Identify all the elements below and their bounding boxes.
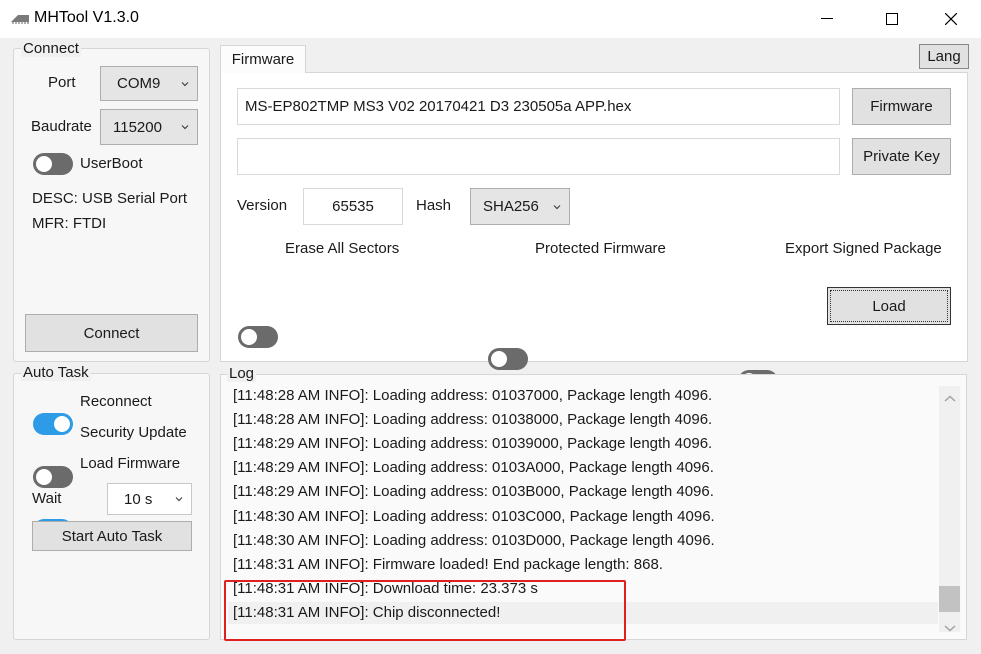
- close-icon: [945, 13, 957, 25]
- security-update-label: Security Update: [80, 424, 187, 441]
- chip-icon: [10, 12, 30, 24]
- chevron-down-icon: [181, 125, 189, 130]
- auto-task-group-title: Auto Task: [21, 364, 91, 381]
- reconnect-toggle[interactable]: [33, 413, 73, 435]
- erase-all-sectors-label: Erase All Sectors: [285, 240, 400, 257]
- start-auto-task-button[interactable]: Start Auto Task: [32, 521, 192, 551]
- scroll-down-icon[interactable]: [944, 619, 956, 636]
- load-button[interactable]: Load: [827, 287, 951, 325]
- export-signed-package-label: Export Signed Package: [785, 240, 942, 257]
- log-line: [11:48:31 AM INFO]: Firmware loaded! End…: [233, 556, 663, 573]
- hash-label: Hash: [416, 197, 452, 214]
- private-key-field[interactable]: [237, 138, 840, 175]
- lang-button[interactable]: Lang: [919, 44, 969, 69]
- port-value: COM9: [117, 75, 161, 92]
- baudrate-value: 115200: [113, 118, 162, 136]
- security-update-toggle[interactable]: [33, 466, 73, 488]
- log-title: Log: [227, 365, 257, 382]
- protected-firmware-toggle[interactable]: [488, 348, 528, 370]
- tab-firmware[interactable]: Firmware: [220, 45, 306, 73]
- baudrate-select[interactable]: 115200: [100, 109, 198, 145]
- private-key-button[interactable]: Private Key: [852, 138, 951, 175]
- version-value: 65535: [332, 198, 374, 215]
- chevron-down-icon: [553, 204, 561, 209]
- highlight-annotation-box: [224, 580, 626, 641]
- chevron-down-icon: [175, 497, 183, 502]
- log-scroll-thumb[interactable]: [939, 586, 960, 612]
- chevron-down-icon: [181, 81, 189, 86]
- minimize-button[interactable]: [804, 0, 850, 38]
- userboot-toggle[interactable]: [33, 153, 73, 175]
- maximize-button[interactable]: [869, 0, 915, 38]
- firmware-file-value: MS-EP802TMP MS3 V02 20170421 D3 230505a …: [245, 98, 632, 115]
- maximize-icon: [886, 13, 898, 25]
- hash-value: SHA256: [483, 198, 539, 215]
- device-description: DESC: USB Serial Port: [32, 190, 188, 207]
- protected-firmware-label: Protected Firmware: [535, 240, 666, 257]
- userboot-label: UserBoot: [80, 155, 143, 172]
- firmware-browse-button[interactable]: Firmware: [852, 88, 951, 125]
- log-line: [11:48:28 AM INFO]: Loading address: 010…: [233, 411, 713, 428]
- baudrate-label: Baudrate: [31, 118, 92, 135]
- firmware-file-field[interactable]: MS-EP802TMP MS3 V02 20170421 D3 230505a …: [237, 88, 840, 125]
- close-button[interactable]: [928, 0, 974, 38]
- version-field[interactable]: 65535: [303, 188, 403, 225]
- port-label: Port: [48, 74, 76, 91]
- port-select[interactable]: COM9: [100, 66, 198, 101]
- reconnect-label: Reconnect: [80, 393, 152, 410]
- log-line: [11:48:29 AM INFO]: Loading address: 010…: [233, 459, 714, 476]
- window-title: MHTool V1.3.0: [34, 9, 139, 26]
- device-manufacturer: MFR: FTDI: [32, 215, 107, 232]
- wait-select[interactable]: 10 s: [107, 483, 192, 515]
- log-line: [11:48:28 AM INFO]: Loading address: 010…: [233, 387, 713, 404]
- version-label: Version: [237, 197, 288, 214]
- log-line: [11:48:30 AM INFO]: Loading address: 010…: [233, 532, 715, 549]
- wait-label: Wait: [32, 490, 62, 507]
- erase-all-sectors-toggle[interactable]: [238, 326, 278, 348]
- load-firmware-label: Load Firmware: [80, 455, 181, 472]
- connect-group-title: Connect: [21, 40, 81, 57]
- log-line: [11:48:29 AM INFO]: Loading address: 010…: [233, 483, 714, 500]
- log-line: [11:48:29 AM INFO]: Loading address: 010…: [233, 435, 713, 452]
- connect-button[interactable]: Connect: [25, 314, 198, 352]
- minimize-icon: [821, 18, 833, 19]
- log-line: [11:48:30 AM INFO]: Loading address: 010…: [233, 508, 715, 525]
- hash-select[interactable]: SHA256: [470, 188, 570, 225]
- wait-value: 10 s: [124, 490, 153, 508]
- scroll-up-icon[interactable]: [944, 390, 956, 407]
